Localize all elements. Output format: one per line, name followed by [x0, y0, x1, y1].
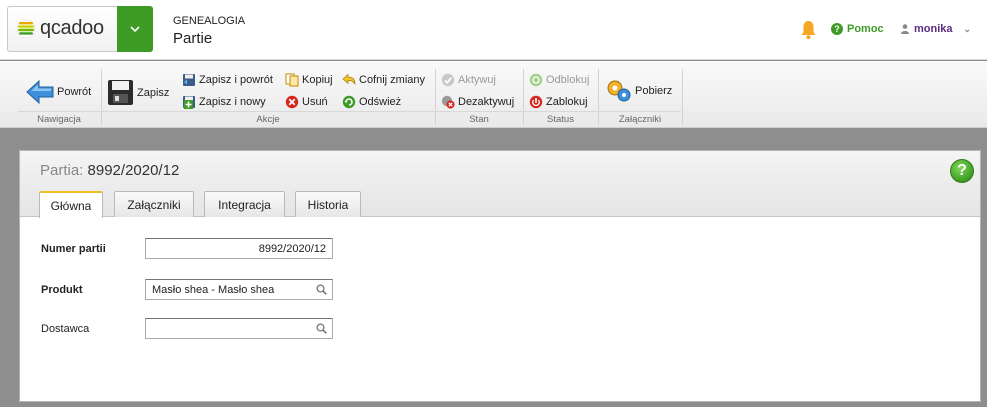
tab-zalaczniki[interactable]: Załączniki: [114, 191, 194, 217]
brand-logo[interactable]: qcadoo: [7, 6, 117, 52]
help-label: Pomoc: [847, 23, 884, 35]
back-button[interactable]: Powrót: [26, 79, 91, 105]
form-title: Partia: 8992/2020/12: [40, 162, 179, 179]
form-title-label: Partia:: [40, 162, 84, 179]
block-button[interactable]: Zablokuj: [529, 95, 588, 109]
product-value: Masło shea - Masło shea: [152, 283, 275, 296]
activate-button[interactable]: Aktywuj: [441, 73, 496, 87]
bell-icon[interactable]: [800, 20, 817, 40]
deactivate-icon: [441, 95, 455, 109]
product-label: Produkt: [41, 284, 83, 296]
ribbon-group-attachments: Pobierz Załączniki: [599, 69, 681, 125]
supplier-lookup[interactable]: [145, 318, 333, 339]
help-icon: ?: [831, 23, 843, 35]
block-icon: [529, 95, 543, 109]
batch-number-label: Numer partii: [41, 243, 106, 255]
ribbon-separator: [682, 69, 683, 125]
floppy-back-icon: [183, 74, 195, 86]
save-button[interactable]: Zapisz: [107, 79, 169, 106]
tab-historia[interactable]: Historia: [295, 191, 361, 217]
module-name: GENEALOGIA: [173, 15, 246, 27]
form-panel: Partia: 8992/2020/12 ? Główna Załączniki…: [19, 150, 981, 402]
undo-icon: [342, 73, 356, 86]
delete-button[interactable]: Usuń: [285, 95, 328, 109]
ribbon-toolbar: Powrót Nawigacja Zapisz Zapisz i powrót …: [0, 61, 987, 128]
form-help-icon[interactable]: ?: [950, 159, 974, 183]
user-name: monika: [914, 23, 953, 35]
floppy-disk-icon: [108, 80, 133, 105]
help-link[interactable]: ? Pomoc: [831, 23, 884, 35]
search-icon[interactable]: [316, 323, 327, 334]
save-and-back-button[interactable]: Zapisz i powrót: [182, 73, 273, 87]
ribbon-group-navigation: Powrót Nawigacja: [18, 69, 100, 125]
undo-button[interactable]: Cofnij zmiany: [342, 73, 425, 87]
copy-icon: [285, 73, 299, 87]
ribbon-group-state: Aktywuj Dezaktywuj Stan: [436, 69, 522, 125]
product-lookup[interactable]: Masło shea - Masło shea: [145, 279, 333, 300]
save-and-new-button[interactable]: Zapisz i nowy: [182, 95, 266, 109]
page-title: Partie: [173, 30, 213, 47]
group-label-attachments: Załączniki: [599, 111, 681, 125]
ribbon-group-actions: Zapisz Zapisz i powrót Zapisz i nowy Kop…: [102, 69, 434, 125]
qcadoo-logo-icon: [16, 19, 36, 39]
ribbon-group-status: Odblokuj Zablokuj Status: [524, 69, 597, 125]
arrow-left-icon: [26, 79, 54, 105]
brand-name: qcadoo: [40, 17, 104, 39]
group-label-state: Stan: [436, 111, 522, 125]
form-title-value: 8992/2020/12: [87, 162, 180, 179]
group-label-actions: Akcje: [102, 111, 434, 125]
main-menu-toggle[interactable]: [117, 6, 153, 52]
floppy-plus-icon: [183, 96, 195, 109]
search-icon[interactable]: [316, 284, 327, 295]
form-header: Partia: 8992/2020/12 ? Główna Załączniki…: [20, 151, 980, 218]
user-menu[interactable]: monika ⌄: [901, 23, 971, 35]
download-button[interactable]: Pobierz: [606, 79, 672, 103]
delete-icon: [285, 95, 299, 109]
refresh-button[interactable]: Odśwież: [342, 95, 401, 109]
tab-glowna[interactable]: Główna: [39, 191, 103, 218]
chevron-down-icon: [130, 25, 140, 32]
chevron-down-icon: ⌄: [963, 23, 972, 34]
unblock-button[interactable]: Odblokuj: [529, 73, 589, 87]
copy-button[interactable]: Kopiuj: [285, 73, 333, 87]
user-icon: [901, 24, 909, 34]
tab-integracja[interactable]: Integracja: [204, 191, 285, 217]
deactivate-button[interactable]: Dezaktywuj: [441, 95, 514, 109]
activate-icon: [441, 73, 455, 87]
supplier-label: Dostawca: [41, 323, 90, 335]
refresh-icon: [342, 95, 356, 109]
batch-number-input[interactable]: 8992/2020/12: [145, 238, 333, 259]
gears-icon: [607, 80, 631, 102]
unblock-icon: [529, 73, 543, 87]
group-label-status: Status: [524, 111, 597, 125]
top-bar: qcadoo GENEALOGIA Partie ? Pomoc monika …: [0, 0, 987, 60]
group-label-navigation: Nawigacja: [18, 111, 100, 125]
